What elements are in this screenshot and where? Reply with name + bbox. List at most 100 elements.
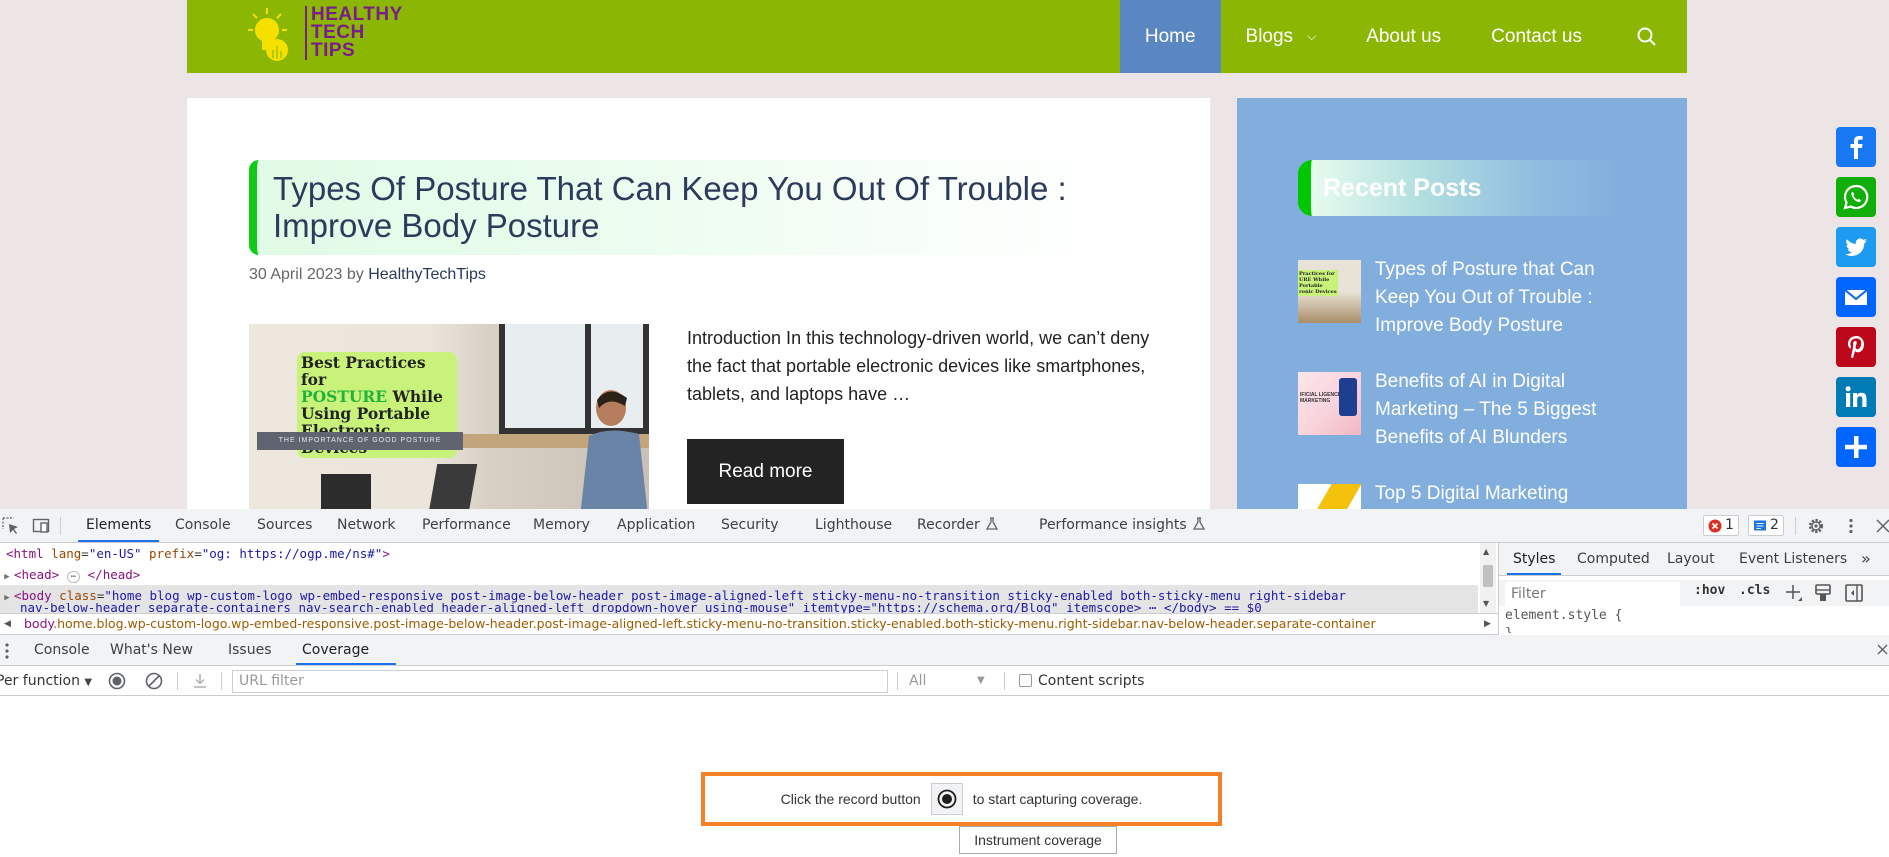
styles-tabs: Styles Computed Layout Event Listeners » xyxy=(1499,543,1889,576)
tab-application[interactable]: Application xyxy=(609,509,703,542)
tab-performance-insights[interactable]: Performance insights xyxy=(1031,509,1214,542)
breadcrumb-left-arrow-icon[interactable]: ◀ xyxy=(4,614,11,634)
drawer-tab-issues[interactable]: Issues xyxy=(222,635,278,665)
dom-tree-scrollbar[interactable]: ▲ ▼ xyxy=(1480,543,1496,613)
share-pinterest-button[interactable] xyxy=(1836,327,1876,367)
tab-layout[interactable]: Layout xyxy=(1661,543,1721,575)
tab-console[interactable]: Console xyxy=(167,509,239,542)
share-whatsapp-button[interactable] xyxy=(1836,177,1876,217)
record-coverage-button[interactable] xyxy=(930,783,963,815)
drawer-tab-coverage[interactable]: Coverage ✕ xyxy=(296,635,396,688)
site-logo[interactable]: HEALTHY TECH TIPS xyxy=(247,4,412,64)
tab-elements[interactable]: Elements xyxy=(78,509,160,542)
chevron-down-icon: ⌵ xyxy=(1307,29,1317,43)
coverage-mode-select[interactable]: Per function ▼ xyxy=(0,666,92,696)
tab-sources[interactable]: Sources xyxy=(249,509,320,542)
drawer-tab-console[interactable]: Console xyxy=(28,635,96,665)
share-linkedin-button[interactable] xyxy=(1836,377,1876,417)
tab-security[interactable]: Security xyxy=(713,509,787,542)
nav-contact-us[interactable]: Contact us xyxy=(1466,0,1607,73)
close-drawer-icon[interactable] xyxy=(1876,643,1889,656)
hov-toggle[interactable]: :hov xyxy=(1694,583,1725,598)
nav-home[interactable]: Home xyxy=(1119,0,1221,73)
more-tabs-button[interactable]: » xyxy=(1855,543,1877,575)
scroll-up-icon[interactable]: ▲ xyxy=(1483,547,1489,556)
plus-icon xyxy=(1845,436,1867,458)
content-scripts-checkbox[interactable]: Content scripts xyxy=(1019,666,1144,696)
drawer-tab-whats-new[interactable]: What's New xyxy=(104,635,199,665)
styles-filter-input[interactable]: Filter xyxy=(1505,582,1680,606)
dropdown-arrow-icon: ▼ xyxy=(84,677,93,688)
tab-computed[interactable]: Computed xyxy=(1571,543,1656,575)
drawer-menu-icon[interactable] xyxy=(2,642,12,660)
close-devtools-icon[interactable] xyxy=(1874,517,1889,535)
drawer-tabs: Console What's New Issues Coverage ✕ xyxy=(0,635,1889,688)
clear-icon[interactable] xyxy=(145,672,163,690)
type-filter-select[interactable]: All ▼ xyxy=(909,666,989,696)
record-button-tooltip: Instrument coverage xyxy=(959,826,1117,854)
search-icon xyxy=(1637,27,1656,46)
url-filter-input[interactable]: URL filter xyxy=(232,670,888,693)
dom-node-body-continued: nav-below-header separate-containers nav… xyxy=(0,603,1478,613)
nav-search-button[interactable] xyxy=(1607,0,1687,73)
errors-badge[interactable]: 1 xyxy=(1703,515,1739,536)
dom-node-html[interactable]: <html lang="en-US" prefix="og: https://o… xyxy=(0,543,1478,564)
website-viewport: HEALTHY TECH TIPS Home Blogs ⌵ About us C… xyxy=(0,0,1889,509)
recent-post-thumbnail[interactable]: Practices for URE While Portable ronic D… xyxy=(1298,260,1361,323)
facebook-icon xyxy=(1850,136,1863,159)
element-breadcrumb[interactable]: ◀ body.home.blog.wp-custom-logo.wp-embed… xyxy=(0,613,1498,635)
logo-text: HEALTHY TECH TIPS xyxy=(305,5,403,60)
tab-recorder[interactable]: Recorder xyxy=(909,509,1007,542)
tab-network[interactable]: Network xyxy=(329,509,403,542)
share-more-button[interactable] xyxy=(1836,427,1876,467)
experimental-flask-icon xyxy=(980,517,999,533)
share-email-button[interactable] xyxy=(1836,277,1876,317)
twitter-icon xyxy=(1845,238,1867,257)
share-twitter-button[interactable] xyxy=(1836,227,1876,267)
scroll-down-icon[interactable]: ▼ xyxy=(1483,599,1489,608)
dom-node-head[interactable]: ▶ <head> ⋯ </head> xyxy=(0,564,1478,585)
tab-lighthouse[interactable]: Lighthouse xyxy=(807,509,900,542)
format-painter-icon[interactable] xyxy=(1814,583,1832,603)
export-download-icon[interactable] xyxy=(191,672,209,690)
device-toolbar-icon[interactable] xyxy=(32,517,50,535)
linkedin-icon xyxy=(1845,386,1867,407)
recent-post-thumbnail[interactable] xyxy=(1298,484,1361,509)
post-title[interactable]: Types Of Posture That Can Keep You Out O… xyxy=(273,170,1109,244)
cls-toggle[interactable]: .cls xyxy=(1739,583,1770,598)
post-author[interactable]: HealthyTechTips xyxy=(368,266,486,283)
more-options-icon[interactable] xyxy=(1842,517,1860,535)
breadcrumb-right-arrow-icon[interactable]: ▶ xyxy=(1484,614,1491,634)
start-recording-icon[interactable] xyxy=(108,672,126,690)
tab-event-listeners[interactable]: Event Listeners xyxy=(1733,543,1853,575)
read-more-button[interactable]: Read more xyxy=(687,439,844,504)
element-style-rule[interactable]: element.style { } xyxy=(1505,607,1622,633)
recent-post-thumbnail[interactable]: IFICIAL LIGENCE IN MARKETING xyxy=(1298,372,1361,435)
post-featured-image[interactable]: Best Practices for POSTURE While Using P… xyxy=(249,324,649,509)
post-meta: 30 April 2023 by HealthyTechTips xyxy=(249,266,486,283)
post-date: 30 April 2023 xyxy=(249,266,343,283)
new-style-rule-icon[interactable] xyxy=(1784,583,1804,603)
post-excerpt: Introduction In this technology-driven w… xyxy=(687,328,1150,404)
email-icon xyxy=(1844,289,1868,305)
recent-post-title[interactable]: Benefits of AI in Digital Marketing – Th… xyxy=(1375,368,1635,452)
recent-post-title[interactable]: Top 5 Digital Marketing xyxy=(1375,480,1635,508)
messages-badge[interactable]: 2 xyxy=(1748,515,1784,536)
inspect-element-icon[interactable] xyxy=(2,517,20,535)
coverage-toolbar: Per function ▼ URL filter All ▼ Content … xyxy=(0,666,1889,696)
collapsed-ellipsis[interactable]: ⋯ xyxy=(66,571,81,583)
settings-gear-icon[interactable] xyxy=(1807,517,1825,535)
devtools-main-tabs: Elements Console Sources Network Performance… xyxy=(0,509,1889,543)
tab-performance[interactable]: Performance xyxy=(414,509,519,542)
tab-styles[interactable]: Styles xyxy=(1507,543,1562,575)
toggle-sidebar-icon[interactable] xyxy=(1844,583,1864,603)
dropdown-arrow-icon: ▼ xyxy=(977,675,985,686)
share-facebook-button[interactable] xyxy=(1836,127,1876,167)
post-card: Types Of Posture That Can Keep You Out O… xyxy=(187,98,1210,509)
nav-about-us[interactable]: About us xyxy=(1341,0,1466,73)
nav-blogs[interactable]: Blogs ⌵ xyxy=(1221,0,1342,73)
tab-memory[interactable]: Memory xyxy=(525,509,598,542)
recent-post-title[interactable]: Types of Posture that Can Keep You Out o… xyxy=(1375,256,1635,340)
expand-triangle-icon[interactable]: ▶ xyxy=(0,567,14,585)
checkbox[interactable] xyxy=(1019,674,1032,687)
